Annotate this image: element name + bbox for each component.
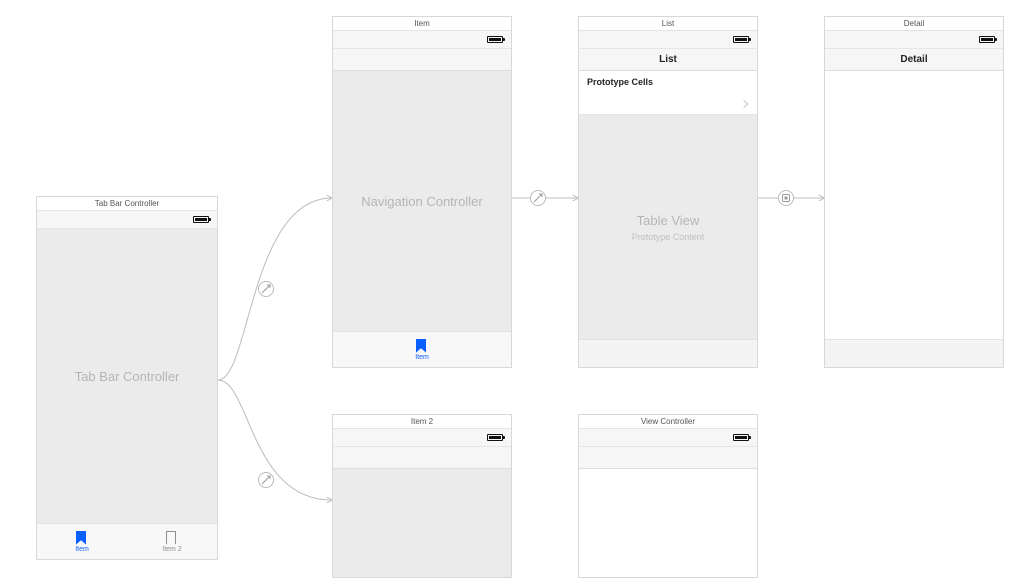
tab-item[interactable]: Item	[407, 332, 437, 367]
scene-content	[825, 71, 1003, 339]
scene-detail[interactable]: Detail Detail	[824, 16, 1004, 368]
scene-view-controller[interactable]: View Controller	[578, 414, 758, 578]
tab-label: Item	[415, 354, 429, 361]
scene-title: Item 2	[333, 415, 511, 429]
tab-item-2[interactable]: Item 2	[127, 524, 217, 559]
segue-relationship-icon[interactable]	[258, 281, 274, 297]
scene-title: List	[579, 17, 757, 31]
status-bar	[825, 31, 1003, 49]
scene-list[interactable]: List List Prototype Cells Table View Pro…	[578, 16, 758, 368]
placeholder-label: Navigation Controller	[361, 194, 482, 209]
scene-navigation-controller-item2[interactable]: Item 2	[332, 414, 512, 578]
tab-label: Item	[75, 546, 89, 553]
placeholder-label: Table View	[637, 213, 700, 228]
battery-icon	[487, 434, 503, 441]
status-bar	[333, 429, 511, 447]
scene-title: View Controller	[579, 415, 757, 429]
prototype-cells-header: Prototype Cells	[579, 71, 757, 93]
prototype-cell[interactable]	[579, 93, 757, 115]
scene-title: Item	[333, 17, 511, 31]
navigation-bar[interactable]	[333, 49, 511, 71]
storyboard-canvas[interactable]: { "scenes": { "tabbar": { "title": "Tab …	[0, 0, 1035, 578]
placeholder-label: Tab Bar Controller	[75, 369, 180, 384]
status-bar	[579, 429, 757, 447]
tab-label: Item 2	[162, 546, 181, 553]
segue-show-icon[interactable]	[778, 190, 794, 206]
navigation-bar[interactable]	[333, 447, 511, 469]
scene-content	[333, 469, 511, 577]
battery-icon	[487, 36, 503, 43]
nav-title: Detail	[900, 54, 927, 65]
scene-navigation-controller-item[interactable]: Item Navigation Controller Item	[332, 16, 512, 368]
scene-content: Tab Bar Controller	[37, 229, 217, 523]
scene-tab-bar-controller[interactable]: Tab Bar Controller Tab Bar Controller It…	[36, 196, 218, 560]
tab-bar: Item Item 2	[37, 523, 217, 559]
segue-root-icon[interactable]	[530, 190, 546, 206]
toolbar	[825, 339, 1003, 367]
nav-title: List	[659, 54, 677, 65]
toolbar	[579, 339, 757, 367]
placeholder-sublabel: Prototype Content	[632, 232, 705, 242]
tab-bar: Item	[333, 331, 511, 367]
tab-item[interactable]: Item	[37, 524, 127, 559]
navigation-bar[interactable]	[579, 447, 757, 469]
table-view-placeholder: Table View Prototype Content	[579, 115, 757, 339]
segue-relationship-icon[interactable]	[258, 472, 274, 488]
bookmark-icon	[416, 339, 428, 353]
navigation-bar[interactable]: Detail	[825, 49, 1003, 71]
battery-icon	[979, 36, 995, 43]
navigation-bar[interactable]: List	[579, 49, 757, 71]
disclosure-chevron-icon	[740, 99, 748, 107]
bookmark-icon	[76, 531, 88, 545]
battery-icon	[193, 216, 209, 223]
bookmark-icon	[166, 531, 178, 545]
battery-icon	[733, 434, 749, 441]
battery-icon	[733, 36, 749, 43]
scene-content: Navigation Controller	[333, 71, 511, 331]
status-bar	[333, 31, 511, 49]
status-bar	[37, 211, 217, 229]
scene-title: Detail	[825, 17, 1003, 31]
scene-content	[579, 469, 757, 577]
status-bar	[579, 31, 757, 49]
scene-title: Tab Bar Controller	[37, 197, 217, 211]
